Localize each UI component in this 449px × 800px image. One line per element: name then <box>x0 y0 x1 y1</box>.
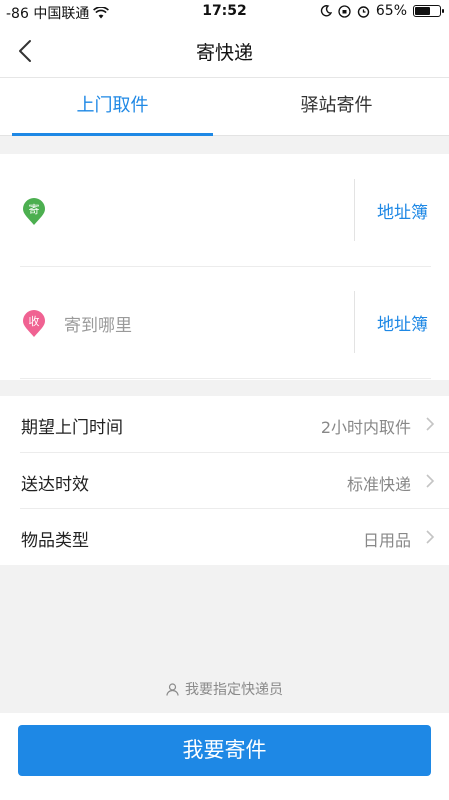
status-bar: -86 中国联通 17:52 65% <box>0 0 449 24</box>
option-label: 期望上门时间 <box>21 418 123 438</box>
divider <box>354 291 355 353</box>
receiver-address-row[interactable]: 收 寄到哪里 地址簿 <box>0 266 449 378</box>
designate-courier-label: 我要指定快递员 <box>185 682 283 698</box>
sender-pin-icon: 寄 <box>23 198 45 225</box>
receiver-address-book-button[interactable]: 地址簿 <box>356 310 449 335</box>
address-card: 寄 地址簿 收 寄到哪里 地址簿 <box>0 154 449 380</box>
designate-courier-link[interactable]: 我要指定快递员 <box>0 679 449 699</box>
footer: 我要寄件 <box>0 713 449 800</box>
receiver-pin-icon: 收 <box>23 310 45 337</box>
moon-icon <box>320 5 332 17</box>
option-label: 物品类型 <box>21 531 89 551</box>
option-value: 2小时内取件 <box>320 418 411 437</box>
alarm-icon <box>357 5 370 18</box>
option-value: 标准快递 <box>346 475 411 494</box>
chevron-right-icon <box>426 474 435 488</box>
status-right: 65% <box>320 3 444 19</box>
sender-address-row[interactable]: 寄 地址簿 <box>0 154 449 266</box>
battery-icon <box>413 5 444 17</box>
tab-station-send[interactable]: 驿站寄件 <box>224 78 449 136</box>
option-delivery-speed[interactable]: 送达时效 标准快递 <box>0 453 449 509</box>
tab-bar: 上门取件 驿站寄件 <box>0 78 449 136</box>
option-item-type[interactable]: 物品类型 日用品 <box>0 509 449 565</box>
divider <box>354 179 355 241</box>
option-pickup-time[interactable]: 期望上门时间 2小时内取件 <box>0 396 449 452</box>
option-value: 日用品 <box>362 531 411 550</box>
receiver-badge-text: 收 <box>29 314 40 328</box>
tab-door-pickup[interactable]: 上门取件 <box>0 78 225 136</box>
orientation-lock-icon <box>338 4 351 18</box>
tab-active-indicator <box>12 133 213 136</box>
send-package-button[interactable]: 我要寄件 <box>18 725 431 776</box>
chevron-right-icon <box>426 530 435 544</box>
sender-address-book-button[interactable]: 地址簿 <box>356 198 449 223</box>
receiver-address-input[interactable]: 寄到哪里 <box>64 311 132 336</box>
nav-bar: 寄快递 <box>0 24 449 78</box>
battery-fill <box>415 7 430 15</box>
shipping-options: 期望上门时间 2小时内取件 送达时效 标准快递 物品类型 日用品 <box>0 396 449 565</box>
divider <box>20 378 431 379</box>
sender-badge-text: 寄 <box>29 202 40 216</box>
person-icon <box>166 683 179 696</box>
chevron-right-icon <box>426 417 435 431</box>
option-label: 送达时效 <box>21 475 89 495</box>
battery-percent: 65% <box>375 3 407 19</box>
page-title: 寄快递 <box>195 42 253 64</box>
